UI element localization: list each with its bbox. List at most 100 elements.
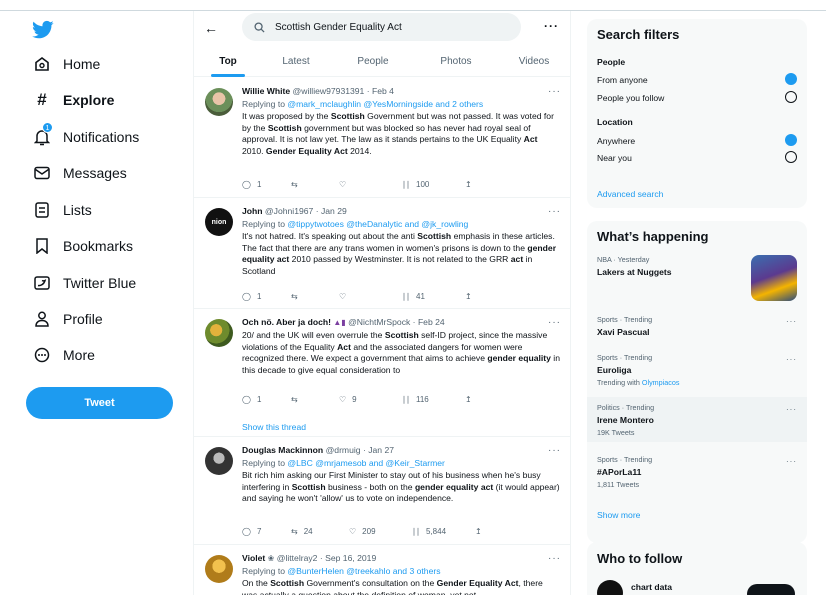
share-button[interactable]: ↥ bbox=[465, 395, 472, 404]
tweet[interactable]: nion John @Johni1967 · Jan 29 Replying t… bbox=[194, 198, 570, 309]
tab-videos[interactable]: Videos bbox=[496, 49, 570, 76]
tweet-more-icon[interactable]: ··· bbox=[548, 86, 561, 97]
avatar[interactable]: nion bbox=[205, 208, 233, 236]
avatar[interactable] bbox=[205, 88, 233, 116]
trend-more-icon[interactable]: ··· bbox=[786, 355, 797, 364]
nav-more[interactable]: More bbox=[32, 339, 95, 371]
views-button[interactable]: ∣∣ 100 bbox=[402, 180, 429, 189]
tweet-date[interactable]: Sep 16, 2019 bbox=[325, 553, 376, 563]
radio-unchecked-icon[interactable] bbox=[785, 91, 797, 103]
reply-to-link[interactable]: @LBC @mrjamesob and @Keir_Starmer bbox=[287, 458, 445, 468]
tweet-author-name[interactable]: Och nö. Aber ja doch! bbox=[242, 317, 331, 327]
avatar[interactable] bbox=[205, 447, 233, 475]
reply-button[interactable]: ◯ 1 bbox=[242, 395, 261, 404]
reply-button[interactable]: ◯ 7 bbox=[242, 527, 261, 536]
tweet[interactable]: Douglas Mackinnon @drmuig · Jan 27 Reply… bbox=[194, 437, 570, 545]
trend-more-icon[interactable]: ··· bbox=[786, 457, 797, 466]
tweet-author-name[interactable]: Violet bbox=[242, 553, 265, 563]
search-bar[interactable]: Scottish Gender Equality Act bbox=[242, 13, 521, 41]
radio-unchecked-icon[interactable] bbox=[785, 151, 797, 163]
avatar[interactable] bbox=[205, 319, 233, 347]
trend-more-icon[interactable]: ··· bbox=[786, 405, 797, 414]
nav-profile[interactable]: Profile bbox=[32, 303, 103, 335]
share-button[interactable]: ↥ bbox=[465, 292, 472, 301]
views-button[interactable]: ∣∣ 41 bbox=[402, 292, 425, 301]
views-button[interactable]: ∣∣ 116 bbox=[402, 395, 429, 404]
nav-notifications[interactable]: 1 Notifications bbox=[32, 121, 139, 153]
tweet-date[interactable]: Feb 4 bbox=[372, 86, 394, 96]
like-button[interactable]: ♡ bbox=[339, 180, 346, 189]
tab-photos[interactable]: Photos bbox=[416, 49, 496, 76]
tab-people[interactable]: People bbox=[330, 49, 416, 76]
like-button[interactable]: ♡ 209 bbox=[349, 527, 376, 536]
reply-button[interactable]: ◯ 1 bbox=[242, 180, 261, 189]
tweet-more-icon[interactable]: ··· bbox=[548, 553, 561, 564]
reply-to-link[interactable]: @tippytwotoes @theDanalytic and @jk_rowl… bbox=[287, 219, 468, 229]
nav-home[interactable]: Home bbox=[32, 48, 100, 80]
trend-item[interactable]: Sports · Trending #APorLa11 1,811 Tweets… bbox=[587, 455, 807, 489]
tweet-handle[interactable]: @littelray2 bbox=[277, 553, 318, 563]
tweet[interactable]: Violet ❀ @littelray2 · Sep 16, 2019 Repl… bbox=[194, 545, 570, 595]
tweet-handle[interactable]: @Johni1967 bbox=[265, 206, 313, 216]
nav-explore[interactable]: # Explore bbox=[32, 84, 114, 116]
advanced-search-link[interactable]: Advanced search bbox=[597, 189, 797, 199]
like-button[interactable]: ♡ 9 bbox=[339, 395, 357, 404]
trending-with-link[interactable]: Olympiacos bbox=[642, 378, 680, 387]
trend-item-hovered[interactable]: Politics · Trending Irene Montero 19K Tw… bbox=[587, 397, 807, 442]
trend-item[interactable]: NBA · Yesterday Lakers at Nuggets bbox=[587, 255, 807, 305]
more-options-icon[interactable]: ··· bbox=[544, 19, 559, 33]
show-more-link[interactable]: Show more bbox=[587, 510, 807, 520]
tab-top[interactable]: Top bbox=[194, 49, 262, 77]
trend-item[interactable]: Sports · Trending Euroliga Trending with… bbox=[587, 353, 807, 387]
tweet-handle[interactable]: @williew97931391 bbox=[293, 86, 365, 96]
nav-lists[interactable]: Lists bbox=[32, 194, 92, 226]
show-thread-link[interactable]: Show this thread bbox=[242, 422, 306, 432]
tweet-button[interactable]: Tweet bbox=[26, 387, 173, 419]
nav-messages[interactable]: Messages bbox=[32, 157, 127, 189]
filter-anywhere[interactable]: Anywhere bbox=[597, 134, 797, 146]
tweet-date[interactable]: Feb 24 bbox=[418, 317, 445, 327]
share-button[interactable]: ↥ bbox=[465, 180, 472, 189]
tweet-author-name[interactable]: Willie White bbox=[242, 86, 290, 96]
tweet-handle[interactable]: @NichtMrSpock bbox=[348, 317, 410, 327]
retweet-button[interactable]: ⇆ bbox=[291, 180, 298, 189]
search-input[interactable]: Scottish Gender Equality Act bbox=[275, 22, 402, 33]
tweet-more-icon[interactable]: ··· bbox=[548, 445, 561, 456]
highlighted-term: gender equality bbox=[487, 353, 551, 363]
follow-button[interactable] bbox=[747, 584, 795, 595]
reply-to-link[interactable]: @mark_mclaughlin @YesMorningside and 2 o… bbox=[287, 99, 483, 109]
tweet[interactable]: Willie White @williew97931391 · Feb 4 Re… bbox=[194, 78, 570, 198]
retweet-button[interactable]: ⇆ bbox=[291, 292, 298, 301]
back-arrow-icon[interactable]: ← bbox=[204, 20, 218, 36]
retweet-button[interactable]: ⇆ 24 bbox=[291, 527, 313, 536]
twitter-logo-icon[interactable] bbox=[32, 20, 54, 40]
radio-checked-icon[interactable] bbox=[785, 73, 797, 85]
tweet-date[interactable]: Jan 27 bbox=[368, 445, 394, 455]
tweet-date[interactable]: Jan 29 bbox=[321, 206, 347, 216]
radio-checked-icon[interactable] bbox=[785, 134, 797, 146]
tweet-handle[interactable]: @drmuig bbox=[326, 445, 361, 455]
avatar[interactable] bbox=[205, 555, 233, 583]
tweet-more-icon[interactable]: ··· bbox=[548, 317, 561, 328]
tab-latest[interactable]: Latest bbox=[262, 49, 330, 76]
suggested-user-name[interactable]: chart data bbox=[631, 582, 672, 592]
filter-from-anyone[interactable]: From anyone bbox=[597, 73, 797, 85]
share-button[interactable]: ↥ bbox=[475, 527, 482, 536]
trend-item[interactable]: Sports · Trending Xavi Pascual ··· bbox=[587, 315, 807, 337]
tweet-author-name[interactable]: Douglas Mackinnon bbox=[242, 445, 323, 455]
filter-people-you-follow[interactable]: People you follow bbox=[597, 91, 797, 103]
views-button[interactable]: ∣∣ 5,844 bbox=[412, 527, 446, 536]
tweet-author-name[interactable]: John bbox=[242, 206, 263, 216]
reply-to-link[interactable]: @BunterHelen @treekahlo and 3 others bbox=[287, 566, 440, 576]
reply-button[interactable]: ◯ 1 bbox=[242, 292, 261, 301]
trend-more-icon[interactable]: ··· bbox=[786, 317, 797, 326]
like-button[interactable]: ♡ bbox=[339, 292, 346, 301]
retweet-button[interactable]: ⇆ bbox=[291, 395, 298, 404]
tweet[interactable]: Och nö. Aber ja doch! ▲▮ @NichtMrSpock ·… bbox=[194, 309, 570, 437]
nav-bookmarks[interactable]: Bookmarks bbox=[32, 230, 133, 262]
tweet-more-icon[interactable]: ··· bbox=[548, 206, 561, 217]
trend-image[interactable] bbox=[751, 255, 797, 301]
nav-twitter-blue[interactable]: Twitter Blue bbox=[32, 267, 136, 299]
filter-near-you[interactable]: Near you bbox=[597, 151, 797, 163]
avatar[interactable] bbox=[597, 580, 623, 595]
